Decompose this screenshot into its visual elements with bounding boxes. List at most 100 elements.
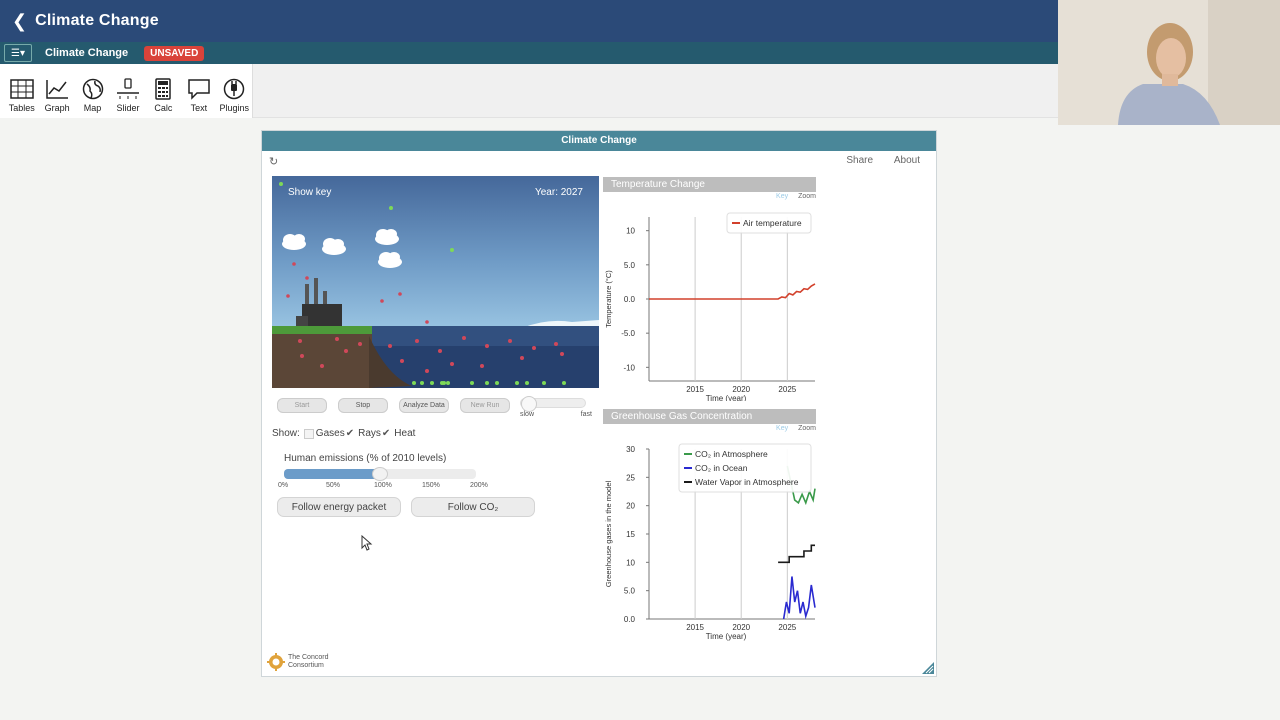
emissions-slider[interactable] (284, 467, 476, 481)
x-tick-label: 2015 (686, 623, 704, 632)
tool-label: Calc (154, 103, 173, 113)
tool-text[interactable]: Text (181, 64, 216, 118)
tool-plugins[interactable]: Plugins (217, 64, 252, 118)
document-name[interactable]: Climate Change (45, 47, 128, 59)
gases-checkmark-icon[interactable]: ✔ (346, 428, 354, 439)
simulation-scene (272, 182, 599, 388)
header-links: Share About (828, 155, 920, 166)
y-tick-label: 25 (626, 473, 635, 482)
legend-entry: Water Vapor in Atmosphere (695, 477, 799, 487)
y-tick-label: 20 (626, 502, 635, 511)
tool-label: Text (190, 103, 208, 113)
show-options: Show: Gases ✔ Rays ✔ Heat (272, 428, 415, 439)
concord-logo[interactable]: The Concord Consortium (267, 653, 328, 671)
tool-graph[interactable]: Graph (39, 64, 74, 118)
temperature-chart[interactable]: 2015 2020 2025 10 5.0 0.0 -5.0 -10 Time (year) Te… (599, 203, 821, 401)
temperature-zoom-button[interactable]: Zoom (798, 193, 816, 200)
series-line-1 (782, 576, 816, 620)
legend-entry: Air temperature (743, 218, 802, 228)
tool-map[interactable]: Map (75, 64, 110, 118)
x-tick-label: 2015 (686, 385, 704, 394)
simulation-view[interactable]: Show key Year: 2027 (272, 176, 599, 388)
hamburger-menu-icon[interactable]: ☰▾ (4, 44, 32, 62)
show-key-toggle[interactable]: Show key (288, 187, 331, 198)
tile-title[interactable]: Climate Change (262, 131, 936, 151)
x-axis-label: Time (year) (706, 632, 747, 641)
document-bar: ☰▾ Climate Change UNSAVED (0, 42, 1058, 64)
y-tick-label: 30 (626, 445, 635, 454)
ghg-key-button[interactable]: Key (776, 425, 788, 432)
emissions-tick-label: 100% (374, 482, 392, 489)
globe-icon (82, 78, 103, 100)
tool-label: Graph (44, 103, 70, 113)
resize-handle-icon[interactable] (922, 662, 934, 674)
emissions-fill (284, 469, 380, 479)
y-tick-label: 5.0 (624, 587, 636, 596)
emissions-knob[interactable] (372, 467, 388, 481)
rays-checkmark-icon[interactable]: ✔ (382, 428, 390, 439)
presenter-image (1058, 0, 1280, 125)
analyze-data-button[interactable]: Analyze Data (399, 398, 449, 413)
rays-label[interactable]: Rays (358, 428, 381, 439)
calculator-icon (155, 78, 172, 100)
clouds (282, 229, 402, 268)
ghg-chart-tools: Key Zoom (776, 425, 816, 432)
gases-checkbox[interactable] (303, 428, 314, 439)
table-icon (9, 79, 34, 99)
speed-track[interactable] (520, 396, 586, 412)
series-line-0 (649, 283, 816, 300)
year-readout: Year: 2027 (534, 187, 583, 198)
start-button[interactable]: Start (277, 398, 327, 413)
x-tick-label: 2025 (778, 623, 796, 632)
tool-label: Map (83, 103, 102, 113)
plug-icon (223, 78, 245, 100)
slider-icon (116, 78, 139, 99)
tool-calc[interactable]: Calc (146, 64, 181, 118)
tool-label: Tables (8, 103, 35, 113)
emissions-tick-label: 50% (326, 482, 341, 489)
toolshelf: Tables Graph Map Slider Calc Text Plugin… (0, 64, 253, 118)
chevron-left-icon[interactable]: ❮ (12, 11, 27, 32)
y-tick-label: -5.0 (621, 329, 635, 338)
tool-label: Slider (116, 103, 140, 113)
app-header: ❮ Climate Change (0, 0, 1058, 42)
gases-label[interactable]: Gases (316, 428, 345, 439)
y-tick-label: 5.0 (624, 261, 636, 270)
follow-co2-button[interactable]: Follow CO₂ (411, 497, 535, 517)
tool-tables[interactable]: Tables (4, 64, 39, 118)
speed-knob[interactable] (521, 396, 537, 412)
speed-slow-label: slow (520, 411, 535, 418)
ghg-chart-title: Greenhouse Gas Concentration (603, 409, 816, 424)
stop-button[interactable]: Stop (338, 398, 388, 413)
speech-bubble-icon (188, 79, 210, 100)
y-axis-label: Greenhouse gases in the model (604, 481, 613, 588)
heat-label[interactable]: Heat (394, 428, 415, 439)
speed-slider[interactable]: slow fast (520, 396, 592, 418)
ghg-chart[interactable]: 2015 2020 202530252015105.00.0Time (year)G… (599, 435, 821, 645)
y-tick-label: 10 (626, 227, 635, 236)
y-tick-label: -10 (623, 363, 635, 372)
follow-energy-button[interactable]: Follow energy packet (277, 497, 401, 517)
emissions-tick-label: 150% (422, 482, 440, 489)
temperature-key-button[interactable]: Key (776, 193, 788, 200)
series-line-2 (778, 544, 815, 564)
x-tick-label: 2025 (778, 385, 796, 394)
x-tick-label: 2020 (732, 623, 750, 632)
share-link[interactable]: Share (846, 155, 873, 166)
graph-icon (46, 80, 69, 99)
logo-line-1: The Concord (288, 654, 329, 661)
gear-logo-icon (267, 653, 285, 671)
legend-entry: CO₂ in Atmosphere (695, 449, 768, 459)
tool-slider[interactable]: Slider (110, 64, 145, 118)
tool-label: Plugins (219, 103, 249, 113)
reload-icon[interactable]: ↻ (269, 155, 278, 168)
mouse-cursor-icon (361, 535, 373, 551)
new-run-button[interactable]: New Run (460, 398, 510, 413)
about-link[interactable]: About (894, 155, 920, 166)
y-axis-label: Temperature (°C) (604, 270, 613, 328)
legend-entry: CO₂ in Ocean (695, 463, 748, 473)
ghg-zoom-button[interactable]: Zoom (798, 425, 816, 432)
temperature-chart-title: Temperature Change (603, 177, 816, 192)
logo-line-2: Consortium (288, 662, 324, 669)
x-tick-label: 2020 (732, 385, 750, 394)
